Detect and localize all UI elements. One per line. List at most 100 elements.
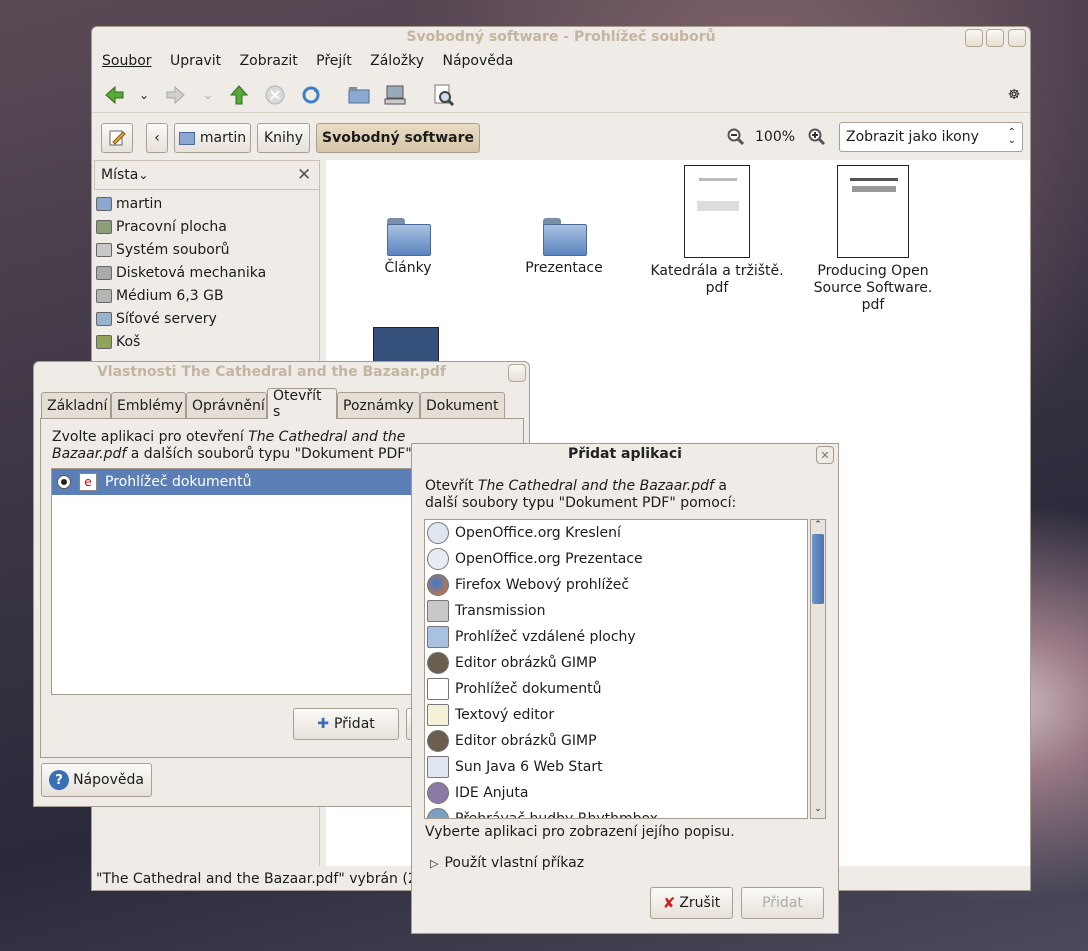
stop-icon[interactable] bbox=[263, 83, 287, 107]
close-button[interactable] bbox=[1008, 29, 1026, 47]
zoom-in-icon[interactable] bbox=[805, 125, 829, 149]
folder-icon bbox=[387, 218, 431, 256]
sidebar-label: Koš bbox=[116, 334, 141, 350]
menu-zobrazit[interactable]: Zobrazit bbox=[240, 53, 298, 69]
sidebar-label: martin bbox=[116, 196, 163, 212]
java-icon bbox=[427, 756, 449, 778]
tab-emblemy[interactable]: Emblémy bbox=[111, 392, 186, 418]
scrollbar[interactable]: ⌃ ⌄ bbox=[810, 519, 826, 819]
app-name: OpenOffice.org Prezentace bbox=[455, 551, 643, 567]
tab-label: Otevřít s bbox=[273, 388, 322, 420]
view-mode-select[interactable]: Zobrazit jako ikony ⌃ ⌄ bbox=[839, 122, 1023, 152]
computer-icon[interactable] bbox=[383, 83, 407, 107]
file-item-pdf-katedrala[interactable]: Katedrála a tržiště. pdf bbox=[642, 165, 792, 297]
application-name: Prohlížeč dokumentů bbox=[105, 474, 252, 490]
menubar: Soubor Upravit Zobrazit Přejít Záložky N… bbox=[102, 53, 527, 69]
remote-desktop-icon bbox=[427, 626, 449, 648]
maximize-button[interactable] bbox=[986, 29, 1004, 47]
menu-prejit[interactable]: Přejít bbox=[316, 53, 352, 69]
menu-soubor[interactable]: Soubor bbox=[102, 53, 152, 69]
app-row-firefox[interactable]: Firefox Webový prohlížeč bbox=[427, 572, 807, 598]
sidebar-title: Místa bbox=[101, 167, 139, 183]
cancel-icon: ✘ bbox=[662, 894, 676, 912]
sidebar-item-martin[interactable]: martin bbox=[96, 193, 162, 215]
file-item-pdf-producing-oss[interactable]: Producing Open Source Software. pdf bbox=[798, 165, 948, 314]
reload-icon[interactable] bbox=[299, 83, 323, 107]
tab-poznamky[interactable]: Poznámky bbox=[337, 392, 420, 418]
tab-opravneni[interactable]: Oprávnění bbox=[186, 392, 267, 418]
description-text: Otevřít bbox=[425, 478, 478, 494]
drive-icon bbox=[96, 289, 112, 303]
sidebar-item-medium[interactable]: Médium 6,3 GB bbox=[96, 285, 224, 307]
back-icon[interactable] bbox=[102, 83, 126, 107]
path-button-knihy[interactable]: Knihy bbox=[257, 123, 310, 153]
app-row-oo-impress[interactable]: OpenOffice.org Prezentace bbox=[427, 546, 807, 572]
back-history-chevron-icon[interactable]: ⌄ bbox=[132, 83, 156, 107]
custom-command-expander[interactable]: ▷ Použít vlastní příkaz bbox=[430, 855, 584, 871]
cancel-button[interactable]: ✘ Zrušit bbox=[650, 887, 733, 919]
sidebar-item-network[interactable]: Síťové servery bbox=[96, 308, 217, 330]
forward-history-chevron-icon[interactable]: ⌄ bbox=[196, 83, 220, 107]
scroll-up-icon[interactable]: ⌃ bbox=[811, 520, 825, 534]
app-row-transmission[interactable]: Transmission bbox=[427, 598, 807, 624]
path-button-svobodny-software[interactable]: Svobodný software bbox=[316, 123, 480, 153]
file-label: Katedrála a tržiště. pdf bbox=[650, 263, 784, 296]
description-text: další soubory typu "Dokument PDF" pomocí… bbox=[425, 495, 737, 511]
available-applications-list[interactable]: OpenOffice.org Kreslení OpenOffice.org P… bbox=[424, 519, 808, 819]
add-button[interactable]: Přidat bbox=[741, 887, 824, 919]
app-row-gimp[interactable]: Editor obrázků GIMP bbox=[427, 650, 807, 676]
firefox-icon bbox=[427, 574, 449, 596]
sidebar-item-trash[interactable]: Koš bbox=[96, 331, 140, 353]
minimize-button[interactable] bbox=[965, 29, 983, 47]
tab-otevrit-s[interactable]: Otevřít s bbox=[267, 388, 337, 420]
home-folder-icon[interactable] bbox=[347, 83, 371, 107]
gimp-icon bbox=[427, 652, 449, 674]
scroll-thumb[interactable] bbox=[812, 534, 824, 604]
app-row-document-viewer[interactable]: Prohlížeč dokumentů bbox=[427, 676, 807, 702]
app-row-anjuta[interactable]: IDE Anjuta bbox=[427, 780, 807, 806]
path-scroll-left-button[interactable]: ‹ bbox=[146, 123, 168, 153]
custom-command-label: Použít vlastní příkaz bbox=[444, 855, 585, 871]
sidebar-label: Pracovní plocha bbox=[116, 219, 227, 235]
help-button[interactable]: ? Nápověda bbox=[41, 763, 152, 797]
tab-dokument[interactable]: Dokument bbox=[420, 392, 505, 418]
tab-zakladni[interactable]: Základní bbox=[41, 392, 111, 418]
radio-selected-icon[interactable] bbox=[57, 475, 71, 489]
sidebar-title-select[interactable]: Místa⌄ bbox=[101, 167, 148, 183]
app-row-text-editor[interactable]: Textový editor bbox=[427, 702, 807, 728]
sidebar-item-filesystem[interactable]: Systém souborů bbox=[96, 239, 229, 261]
close-icon[interactable]: ✕ bbox=[816, 446, 834, 464]
scroll-down-icon[interactable]: ⌄ bbox=[811, 804, 825, 818]
sidebar-item-floppy[interactable]: Disketová mechanika bbox=[96, 262, 266, 284]
app-row-gimp-2[interactable]: Editor obrázků GIMP bbox=[427, 728, 807, 754]
app-name: Textový editor bbox=[455, 707, 555, 723]
file-item-folder-clanky[interactable]: Články bbox=[348, 218, 468, 277]
forward-icon[interactable] bbox=[164, 83, 188, 107]
sidebar-item-desktop[interactable]: Pracovní plocha bbox=[96, 216, 227, 238]
file-label: Prezentace bbox=[525, 260, 603, 276]
add-application-button[interactable]: ✚ Přidat bbox=[293, 708, 399, 740]
open-with-description: Zvolte aplikaci pro otevření The Cathedr… bbox=[52, 429, 452, 463]
app-row-remote-desktop[interactable]: Prohlížeč vzdálené plochy bbox=[427, 624, 807, 650]
zoom-out-icon[interactable] bbox=[724, 125, 748, 149]
app-row-oo-draw[interactable]: OpenOffice.org Kreslení bbox=[427, 520, 807, 546]
zoom-level: 100% bbox=[755, 129, 796, 145]
tab-label: Dokument bbox=[426, 397, 499, 414]
edit-location-button[interactable] bbox=[101, 123, 133, 153]
properties-close-button[interactable] bbox=[508, 364, 526, 382]
up-icon[interactable] bbox=[227, 83, 251, 107]
close-sidebar-icon[interactable]: ✕ bbox=[297, 165, 311, 185]
app-row-rhythmbox[interactable]: Přehrávač hudby Rhythmbox bbox=[427, 806, 807, 818]
menu-upravit[interactable]: Upravit bbox=[170, 53, 221, 69]
menu-napoveda[interactable]: Nápověda bbox=[442, 53, 513, 69]
description-text: a dalších souborů typu "Dokument PDF" bbox=[126, 446, 412, 462]
menu-zalozky[interactable]: Záložky bbox=[370, 53, 424, 69]
search-icon[interactable] bbox=[432, 83, 456, 107]
sidebar-label: Síťové servery bbox=[116, 311, 217, 327]
app-row-java-web-start[interactable]: Sun Java 6 Web Start bbox=[427, 754, 807, 780]
gimp-icon bbox=[427, 730, 449, 752]
sidebar-label: Systém souborů bbox=[116, 242, 230, 258]
file-item-folder-prezentace[interactable]: Prezentace bbox=[504, 218, 624, 277]
path-button-martin[interactable]: martin bbox=[174, 123, 251, 153]
properties-title: Vlastnosti The Cathedral and the Bazaar.… bbox=[96, 364, 447, 380]
